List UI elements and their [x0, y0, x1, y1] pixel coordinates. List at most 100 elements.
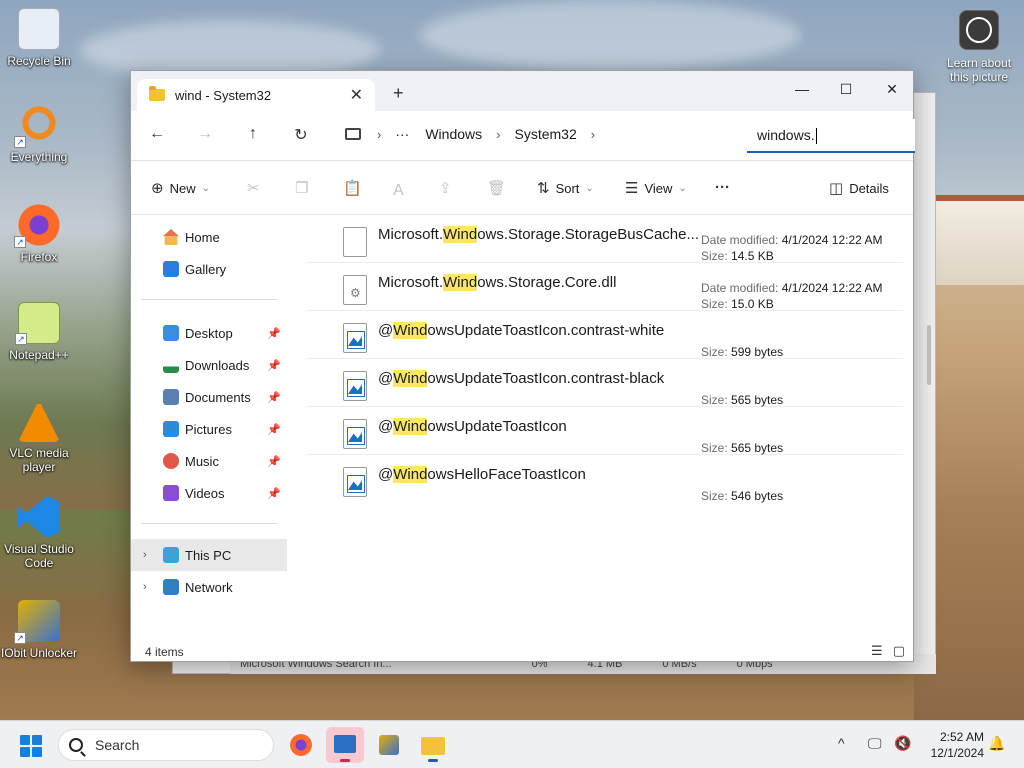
list-item[interactable]: Microsoft.Windows.Storage.Core.dll Date … — [307, 263, 903, 311]
taskbar: Search ^ 🖵 🔇 2:52 AM 12/1/2024 🔔 — [0, 720, 1024, 768]
view-button[interactable]: ☰ View ⌄ — [625, 179, 687, 197]
cut-button[interactable]: ✂ — [247, 179, 260, 197]
title-bar[interactable]: wind - System32 ✕ + — ☐ ✕ — [131, 71, 913, 111]
sort-button[interactable]: ⇅ Sort ⌄ — [537, 179, 594, 197]
clock-date: 12/1/2024 — [930, 746, 984, 760]
chevron-down-icon: ⌄ — [201, 182, 210, 194]
list-item[interactable]: @WindowsUpdateToastIcon.contrast-black S… — [307, 359, 903, 407]
desktop-icon-vscode[interactable]: Visual Studio Code — [0, 496, 78, 570]
sidebar-item-desktop[interactable]: Desktop 📌 — [131, 317, 287, 349]
show-hidden-icons-button[interactable]: ^ — [838, 735, 845, 751]
sidebar-item-this-pc[interactable]: › This PC — [131, 539, 287, 571]
rename-icon: Ａ — [391, 182, 407, 199]
tab-close-button[interactable]: ✕ — [350, 85, 363, 105]
pin-icon[interactable]: 📌 — [267, 487, 281, 500]
paste-button[interactable]: 📋 — [343, 179, 362, 197]
sidebar-item-music[interactable]: Music 📌 — [131, 445, 287, 477]
chevron-right-icon[interactable]: › — [143, 549, 147, 561]
tiles-view-icon[interactable]: ▢ — [893, 643, 905, 659]
vlc-icon — [18, 400, 60, 442]
sidebar-item-pictures[interactable]: Pictures 📌 — [131, 413, 287, 445]
copy-button[interactable]: ❐ — [295, 179, 308, 197]
taskbar-firefox[interactable] — [282, 727, 320, 763]
volume-muted-icon[interactable]: 🔇 — [894, 735, 911, 752]
this-pc-icon[interactable] — [345, 128, 361, 140]
start-button[interactable] — [20, 735, 42, 757]
new-button[interactable]: ⊕ New ⌄ — [151, 179, 210, 197]
sidebar-item-home[interactable]: Home — [131, 221, 287, 253]
file-size: Size: 599 bytes — [701, 345, 784, 359]
cloud — [420, 0, 800, 70]
see-more-button[interactable]: ··· — [715, 179, 730, 196]
file-name: @WindowsHelloFaceToastIcon — [378, 466, 586, 483]
taskbar-iobit-unlocker[interactable] — [370, 727, 408, 763]
sidebar-item-downloads[interactable]: Downloads 📌 — [131, 349, 287, 381]
file-list[interactable]: Microsoft.Windows.Storage.StorageBusCach… — [307, 215, 907, 635]
desktop-icon-vlc[interactable]: VLC media player — [0, 400, 78, 474]
list-item[interactable]: @WindowsUpdateToastIcon Size: 565 bytes — [307, 407, 903, 455]
search-input[interactable]: windows. — [747, 119, 915, 153]
clock[interactable]: 2:52 AM 12/1/2024 — [920, 729, 984, 761]
chevron-right-icon[interactable]: › — [143, 581, 147, 593]
chevron-right-icon[interactable]: › — [591, 127, 595, 142]
sidebar-item-videos[interactable]: Videos 📌 — [131, 477, 287, 509]
sidebar-item-network[interactable]: › Network — [131, 571, 287, 603]
pin-icon[interactable]: 📌 — [267, 423, 281, 436]
sidebar-item-gallery[interactable]: Gallery — [131, 253, 287, 285]
desktop-icon-everything[interactable]: ↗ Everything — [0, 104, 78, 164]
taskbar-search[interactable]: Search — [58, 729, 274, 761]
new-tab-button[interactable]: + — [393, 83, 404, 104]
notepadpp-icon: ↗ — [15, 302, 60, 345]
desktop-icon-iobit-unlocker[interactable]: ↗ IObit Unlocker — [0, 600, 78, 660]
list-item[interactable]: @WindowsUpdateToastIcon.contrast-white S… — [307, 311, 903, 359]
delete-button[interactable]: 🗑 — [487, 179, 506, 197]
breadcrumb-system32[interactable]: System32 — [514, 126, 576, 142]
file-name: Microsoft.Windows.Storage.StorageBusCach… — [378, 226, 699, 243]
pictures-icon — [163, 421, 179, 437]
taskbar-file-explorer[interactable] — [414, 727, 452, 763]
desktop-icon-label: Recycle Bin — [7, 54, 71, 68]
forward-button[interactable]: → — [193, 125, 217, 143]
tab-wind-system32[interactable]: wind - System32 ✕ — [137, 79, 375, 111]
pin-icon[interactable]: 📌 — [267, 455, 281, 468]
sort-icon: ⇅ — [537, 180, 550, 197]
active-indicator — [340, 759, 350, 762]
details-pane-button[interactable]: ◫ Details — [829, 179, 889, 197]
pin-icon[interactable]: 📌 — [267, 391, 281, 404]
windows-logo-icon — [20, 735, 30, 745]
network-icon[interactable]: 🖵 — [868, 735, 882, 752]
minimize-button[interactable]: — — [779, 75, 825, 103]
rename-button[interactable]: Ａ — [391, 179, 406, 200]
list-item[interactable]: @WindowsHelloFaceToastIcon Size: 546 byt… — [307, 455, 903, 503]
vertical-scrollbar[interactable] — [927, 325, 931, 385]
file-explorer-window[interactable]: wind - System32 ✕ + — ☐ ✕ ← → ↑ ↻ › ··· … — [130, 70, 931, 663]
close-button[interactable]: ✕ — [869, 75, 915, 103]
breadcrumb-windows[interactable]: Windows — [425, 126, 482, 142]
desktop-icon-firefox[interactable]: ↗ Firefox — [0, 204, 78, 264]
desktop-icon-notepadpp[interactable]: ↗ Notepad++ — [0, 302, 78, 362]
breadcrumb[interactable]: › ··· › Windows › System32 › — [337, 117, 737, 151]
list-item[interactable]: Microsoft.Windows.Storage.StorageBusCach… — [307, 215, 903, 263]
back-button[interactable]: ← — [145, 125, 169, 143]
notification-bell-icon[interactable]: 🔔 — [988, 735, 1005, 752]
dll-file-icon — [343, 275, 367, 305]
sidebar-item-label: Pictures — [185, 421, 232, 437]
sidebar-item-label: Network — [185, 579, 233, 595]
taskbar-task-manager[interactable] — [326, 727, 364, 763]
pin-icon[interactable]: 📌 — [267, 359, 281, 372]
trash-icon: 🗑 — [487, 180, 507, 197]
desktop-icon-recycle-bin[interactable]: Recycle Bin — [0, 8, 78, 68]
share-button[interactable]: ⇪ — [439, 179, 452, 197]
navigation-pane: Home Gallery Desktop 📌 Downloads 📌 Docum… — [131, 215, 291, 663]
pin-icon[interactable]: 📌 — [267, 327, 281, 340]
desktop-icon-learn-about-picture[interactable]: Learn about this picture — [936, 10, 1022, 84]
breadcrumb-more[interactable]: ··· — [395, 126, 409, 142]
details-view-icon[interactable]: ☰ — [871, 643, 883, 659]
chevron-right-icon[interactable]: › — [496, 127, 500, 142]
maximize-button[interactable]: ☐ — [823, 75, 869, 103]
chevron-down-icon: ⌄ — [585, 182, 594, 194]
refresh-button[interactable]: ↻ — [289, 125, 313, 145]
sidebar-item-documents[interactable]: Documents 📌 — [131, 381, 287, 413]
chevron-right-icon[interactable]: › — [377, 127, 381, 142]
up-button[interactable]: ↑ — [241, 125, 265, 143]
